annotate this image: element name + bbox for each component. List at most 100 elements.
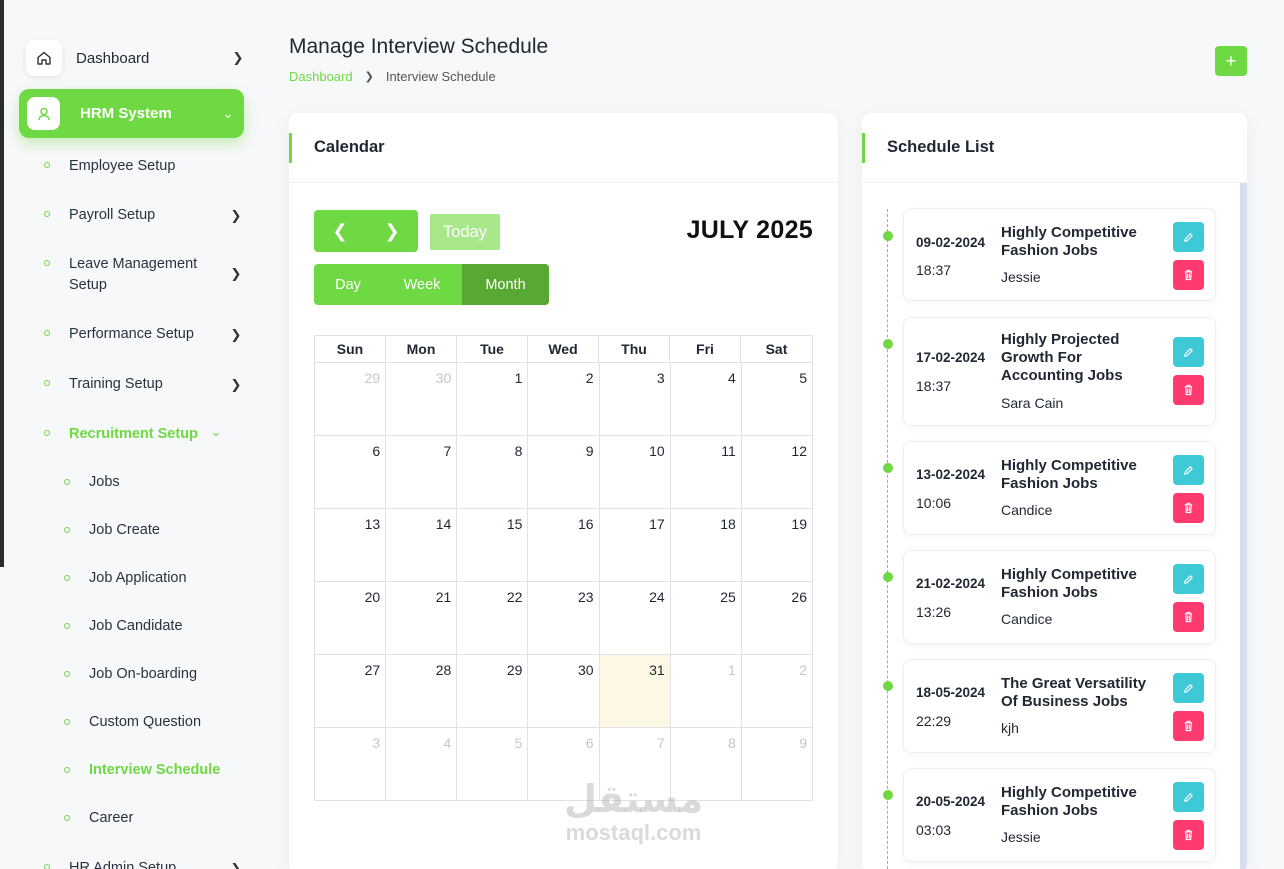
trash-icon: [1184, 611, 1193, 623]
sidebar-item-job-application[interactable]: Job Application: [64, 570, 187, 586]
sidebar-item-custom-question[interactable]: Custom Question: [64, 714, 201, 730]
calendar-day-cell[interactable]: 3: [599, 363, 671, 436]
calendar-day-cell[interactable]: 11: [670, 436, 742, 509]
sidebar-item-interview-schedule[interactable]: Interview Schedule: [64, 762, 220, 778]
calendar-card-header: Calendar: [289, 113, 838, 183]
delete-button[interactable]: [1173, 375, 1204, 405]
schedule-time: 10:06: [916, 495, 952, 511]
calendar-day-cell[interactable]: 29: [315, 363, 387, 436]
prev-month-button[interactable]: ❮: [314, 210, 366, 252]
sidebar-item-label: Leave Management Setup: [69, 256, 198, 293]
calendar-day-cell[interactable]: 20: [315, 582, 387, 655]
calendar-day-cell[interactable]: 17: [599, 509, 671, 582]
delete-button[interactable]: [1173, 820, 1204, 850]
calendar-day-cell[interactable]: 24: [599, 582, 671, 655]
schedule-item[interactable]: 13-02-2024 10:06 Highly Competitive Fash…: [903, 441, 1216, 535]
calendar-day-cell[interactable]: 1: [457, 363, 529, 436]
sidebar-item-hr-admin-setup[interactable]: HR Admin Setup ❯: [44, 858, 244, 869]
schedule-item[interactable]: 21-02-2024 13:26 Highly Competitive Fash…: [903, 550, 1216, 644]
calendar-day-cell[interactable]: 5: [741, 363, 813, 436]
calendar-day-cell[interactable]: 4: [386, 728, 458, 801]
calendar-day-cell[interactable]: 13: [315, 509, 387, 582]
sidebar-item-job-candidate[interactable]: Job Candidate: [64, 618, 183, 634]
calendar-day-cell[interactable]: 18: [670, 509, 742, 582]
sidebar-item-performance-setup[interactable]: Performance Setup ❯: [44, 324, 244, 345]
sidebar-item-career[interactable]: Career: [64, 810, 133, 826]
calendar-day-cell[interactable]: 23: [528, 582, 600, 655]
edit-button[interactable]: [1173, 564, 1204, 594]
calendar-day-cell[interactable]: 28: [386, 655, 458, 728]
next-month-button[interactable]: ❯: [366, 210, 418, 252]
calendar-day-cell[interactable]: 30: [528, 655, 600, 728]
calendar-day-cell[interactable]: 2: [528, 363, 600, 436]
calendar-day-cell[interactable]: 26: [741, 582, 813, 655]
bullet-icon: [44, 211, 50, 217]
delete-button[interactable]: [1173, 602, 1204, 632]
edit-button[interactable]: [1173, 782, 1204, 812]
delete-button[interactable]: [1173, 260, 1204, 290]
trash-icon: [1184, 269, 1193, 281]
sidebar-item-payroll-setup[interactable]: Payroll Setup ❯: [44, 205, 244, 226]
delete-button[interactable]: [1173, 711, 1204, 741]
calendar-day-cell[interactable]: 2: [741, 655, 813, 728]
timeline-line: [887, 209, 888, 869]
bullet-icon: [64, 479, 70, 485]
sidebar-item-dashboard[interactable]: Dashboard ❯: [26, 38, 246, 78]
bullet-icon: [44, 260, 50, 266]
edit-button[interactable]: [1173, 222, 1204, 252]
sidebar-item-recruitment-setup[interactable]: Recruitment Setup ⌄: [44, 424, 244, 445]
calendar-day-cell[interactable]: 15: [457, 509, 529, 582]
calendar-day-cell[interactable]: 7: [386, 436, 458, 509]
sidebar-item-hrm-system[interactable]: HRM System ⌄: [19, 89, 244, 138]
calendar-view-switcher: Day Week Month: [314, 264, 549, 305]
edit-button[interactable]: [1173, 673, 1204, 703]
calendar-day-cell[interactable]: 16: [528, 509, 600, 582]
breadcrumb-link-dashboard[interactable]: Dashboard: [289, 69, 353, 84]
calendar-day-cell[interactable]: 22: [457, 582, 529, 655]
view-month-button[interactable]: Month: [462, 264, 549, 305]
calendar-day-cell[interactable]: 4: [670, 363, 742, 436]
calendar-day-cell[interactable]: 31: [599, 655, 671, 728]
sidebar-item-employee-setup[interactable]: Employee Setup: [44, 156, 244, 177]
scrollbar[interactable]: [1240, 183, 1247, 869]
calendar-day-cell[interactable]: 30: [386, 363, 458, 436]
schedule-item[interactable]: 20-05-2024 03:03 Highly Competitive Fash…: [903, 768, 1216, 862]
calendar-day-cell[interactable]: 10: [599, 436, 671, 509]
add-schedule-button[interactable]: +: [1215, 46, 1247, 76]
bullet-icon: [44, 430, 50, 436]
schedule-item[interactable]: 18-05-2024 22:29 The Great Versatility O…: [903, 659, 1216, 753]
calendar-day-cell[interactable]: 5: [457, 728, 529, 801]
calendar-day-cell[interactable]: 1: [670, 655, 742, 728]
calendar-day-cell[interactable]: 21: [386, 582, 458, 655]
sidebar-item-leave-setup[interactable]: Leave Management Setup ❯: [44, 254, 244, 296]
sidebar-item-jobs[interactable]: Jobs: [64, 474, 120, 490]
sidebar-item-training-setup[interactable]: Training Setup ❯: [44, 374, 244, 395]
calendar-day-cell[interactable]: 12: [741, 436, 813, 509]
schedule-item[interactable]: 17-02-2024 18:37 Highly Projected Growth…: [903, 317, 1216, 426]
calendar-day-cell[interactable]: 8: [457, 436, 529, 509]
view-week-button[interactable]: Week: [382, 264, 462, 305]
calendar-day-cell[interactable]: 3: [315, 728, 387, 801]
calendar-day-cell[interactable]: 19: [741, 509, 813, 582]
sidebar-item-job-create[interactable]: Job Create: [64, 522, 160, 538]
trash-icon: [1184, 720, 1193, 732]
calendar-day-cell[interactable]: 6: [315, 436, 387, 509]
schedule-item[interactable]: 09-02-2024 18:37 Highly Competitive Fash…: [903, 208, 1216, 301]
calendar-day-cell[interactable]: 27: [315, 655, 387, 728]
calendar-day-cell[interactable]: 9: [528, 436, 600, 509]
delete-button[interactable]: [1173, 493, 1204, 523]
edit-button[interactable]: [1173, 455, 1204, 485]
calendar-day-cell[interactable]: 29: [457, 655, 529, 728]
view-day-button[interactable]: Day: [314, 264, 382, 305]
edit-button[interactable]: [1173, 337, 1204, 367]
bullet-icon: [44, 380, 50, 386]
pencil-icon: [1184, 792, 1194, 802]
calendar-day-cell[interactable]: 25: [670, 582, 742, 655]
calendar-grid: Sun Mon Tue Wed Thu Fri Sat 29 30 1 2 3 4 5 6 7 8…: [314, 335, 813, 801]
calendar-day-cell[interactable]: 9: [741, 728, 813, 801]
schedule-candidate: Jessie: [1001, 269, 1041, 285]
schedule-candidate: Sara Cain: [1001, 395, 1064, 411]
today-button[interactable]: Today: [430, 214, 500, 250]
sidebar-item-job-onboarding[interactable]: Job On-boarding: [64, 666, 197, 682]
calendar-day-cell[interactable]: 14: [386, 509, 458, 582]
